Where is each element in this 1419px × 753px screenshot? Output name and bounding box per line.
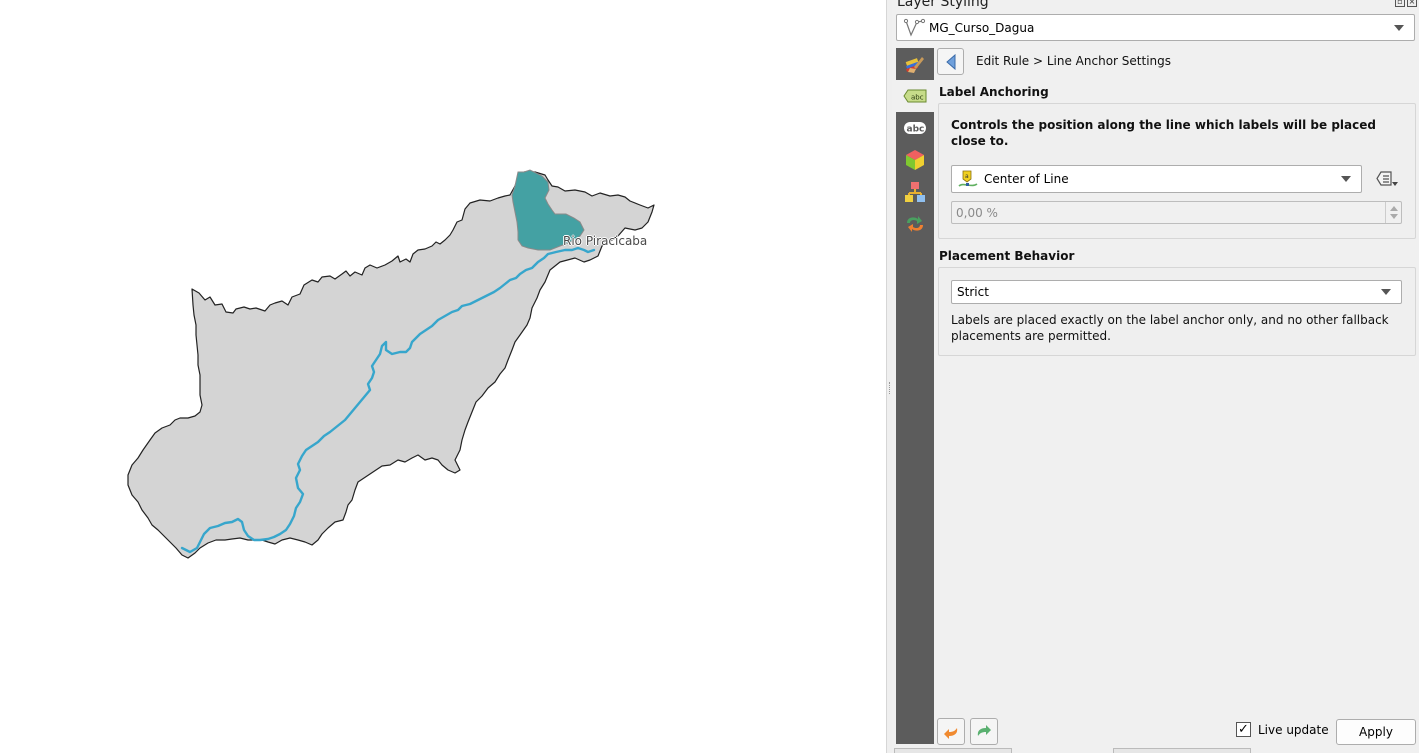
redo-button[interactable] [970, 718, 998, 745]
live-update-label: Live update [1258, 722, 1329, 737]
masks-icon: abc [904, 122, 926, 135]
undo-button[interactable] [937, 718, 965, 745]
breadcrumb: Edit Rule > Line Anchor Settings [976, 54, 1172, 68]
spin-down-icon[interactable] [1390, 214, 1398, 219]
dock-tab[interactable] [1113, 748, 1251, 753]
anchor-position-value: Center of Line [984, 172, 1069, 186]
placement-behavior-description: Labels are placed exactly on the label a… [951, 313, 1389, 343]
float-panel-icon[interactable]: ▫ [1395, 0, 1405, 7]
spin-buttons[interactable] [1385, 202, 1401, 223]
symbology-paintbrush-icon [905, 57, 924, 73]
anchor-percent-spinbox[interactable]: 0,00 % [951, 201, 1402, 224]
panel-title: Layer Styling [897, 0, 989, 10]
river-label: Rio Piracicaba [563, 234, 648, 248]
live-update-checkbox[interactable]: ✓ [1236, 722, 1251, 737]
label-anchoring-group: Controls the position along the line whi… [938, 103, 1416, 239]
apply-button[interactable]: Apply [1336, 719, 1416, 745]
layer-select-value: MG_Curso_Dagua [929, 20, 1035, 35]
data-defined-override-icon [1376, 171, 1398, 186]
svg-text:abc: abc [907, 125, 925, 135]
sidebar-item-masks[interactable]: abc [896, 112, 934, 144]
history-icon [907, 216, 923, 232]
anchor-position-combo[interactable]: a Center of Line [951, 165, 1362, 193]
data-defined-override-button[interactable] [1371, 167, 1401, 191]
center-of-line-icon: a [958, 170, 978, 187]
svg-text:abc: abc [911, 94, 924, 102]
undo-icon [944, 727, 958, 739]
labels-icon: abc [903, 89, 927, 103]
placement-behavior-value: Strict [957, 285, 989, 299]
sidebar-item-diagrams[interactable] [896, 176, 934, 208]
spin-up-icon[interactable] [1390, 206, 1398, 211]
layer-select-combo[interactable]: MG_Curso_Dagua [896, 14, 1415, 41]
live-update-toggle[interactable]: ✓ Live update [1236, 722, 1329, 737]
placement-behavior-title: Placement Behavior [939, 249, 1075, 263]
close-panel-icon[interactable]: × [1407, 0, 1417, 7]
anchor-percent-value: 0,00 % [956, 205, 998, 220]
diagrams-icon [905, 182, 925, 202]
chevron-down-icon [1394, 24, 1404, 31]
layer-styling-panel: Layer Styling ▫ × MG_Curso_Dagua abc abc… [892, 0, 1419, 753]
sidebar-item-labels[interactable]: abc [896, 80, 934, 112]
map-canvas[interactable]: Rio Piracicaba [0, 0, 886, 753]
line-layer-icon [903, 18, 926, 37]
dock-tab[interactable] [894, 748, 1012, 753]
sidebar-item-history[interactable] [896, 208, 934, 240]
chevron-down-icon [1381, 289, 1391, 295]
panel-title-buttons: ▫ × [1395, 0, 1417, 7]
back-arrow-icon [945, 53, 955, 70]
map-layers [127, 169, 655, 559]
label-anchoring-description: Controls the position along the line whi… [951, 118, 1376, 148]
splitter-grip[interactable] [889, 382, 890, 394]
redo-icon [977, 724, 991, 736]
svg-text:a: a [965, 173, 969, 180]
chevron-down-icon [1341, 176, 1351, 182]
3d-view-icon [906, 150, 924, 170]
label-anchoring-title: Label Anchoring [939, 85, 1049, 99]
bottom-dock-tabs [892, 748, 1419, 753]
sidebar-item-3d-view[interactable] [896, 144, 934, 176]
placement-behavior-combo[interactable]: Strict [951, 280, 1402, 304]
sidebar-item-symbology[interactable] [896, 48, 934, 80]
styling-sidebar: abc abc [896, 48, 934, 744]
placement-behavior-group: Strict Labels are placed exactly on the … [938, 267, 1416, 356]
back-button[interactable] [937, 48, 964, 75]
